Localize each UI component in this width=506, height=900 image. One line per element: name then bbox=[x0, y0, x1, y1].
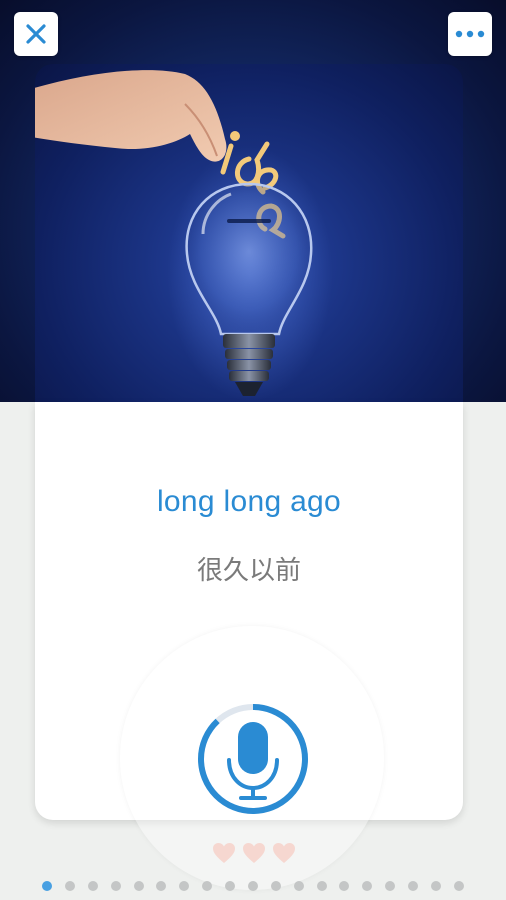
hand-shape bbox=[35, 70, 227, 162]
heart-icon bbox=[213, 843, 235, 863]
page-dot[interactable] bbox=[202, 881, 213, 891]
record-button[interactable] bbox=[196, 702, 310, 816]
page-indicator bbox=[42, 880, 464, 892]
heart-icon bbox=[243, 843, 265, 863]
card-image bbox=[35, 64, 463, 402]
page-dot[interactable] bbox=[385, 881, 396, 891]
page-dot[interactable] bbox=[408, 881, 418, 891]
word-text: long long ago bbox=[156, 485, 342, 518]
translation-text: 很久以前 bbox=[196, 555, 301, 585]
page-dot[interactable] bbox=[87, 881, 98, 891]
page-dot[interactable] bbox=[293, 881, 304, 891]
page-dot[interactable] bbox=[270, 881, 281, 891]
lives-hearts bbox=[212, 842, 296, 868]
page-dot[interactable] bbox=[247, 881, 258, 891]
page-dot[interactable] bbox=[430, 881, 441, 891]
page-dot[interactable] bbox=[339, 881, 350, 891]
page-dot[interactable] bbox=[110, 881, 121, 891]
heart-icon bbox=[273, 843, 295, 863]
close-button[interactable] bbox=[14, 12, 58, 56]
record-progress-ring bbox=[198, 704, 308, 814]
page-dot[interactable] bbox=[453, 881, 464, 891]
page-dot[interactable] bbox=[316, 881, 327, 891]
page-dot[interactable] bbox=[42, 881, 52, 891]
page-dot[interactable] bbox=[179, 881, 190, 891]
more-dots-icon bbox=[455, 30, 485, 38]
close-icon bbox=[26, 24, 46, 44]
page-dot[interactable] bbox=[225, 881, 235, 891]
page-dot[interactable] bbox=[156, 881, 167, 891]
page-dot[interactable] bbox=[133, 881, 144, 891]
page-dot[interactable] bbox=[362, 881, 373, 891]
light-bulb-illustration bbox=[35, 70, 313, 396]
more-options-button[interactable] bbox=[448, 12, 492, 56]
bulb-glass bbox=[185, 182, 313, 336]
page-dot[interactable] bbox=[64, 881, 75, 891]
